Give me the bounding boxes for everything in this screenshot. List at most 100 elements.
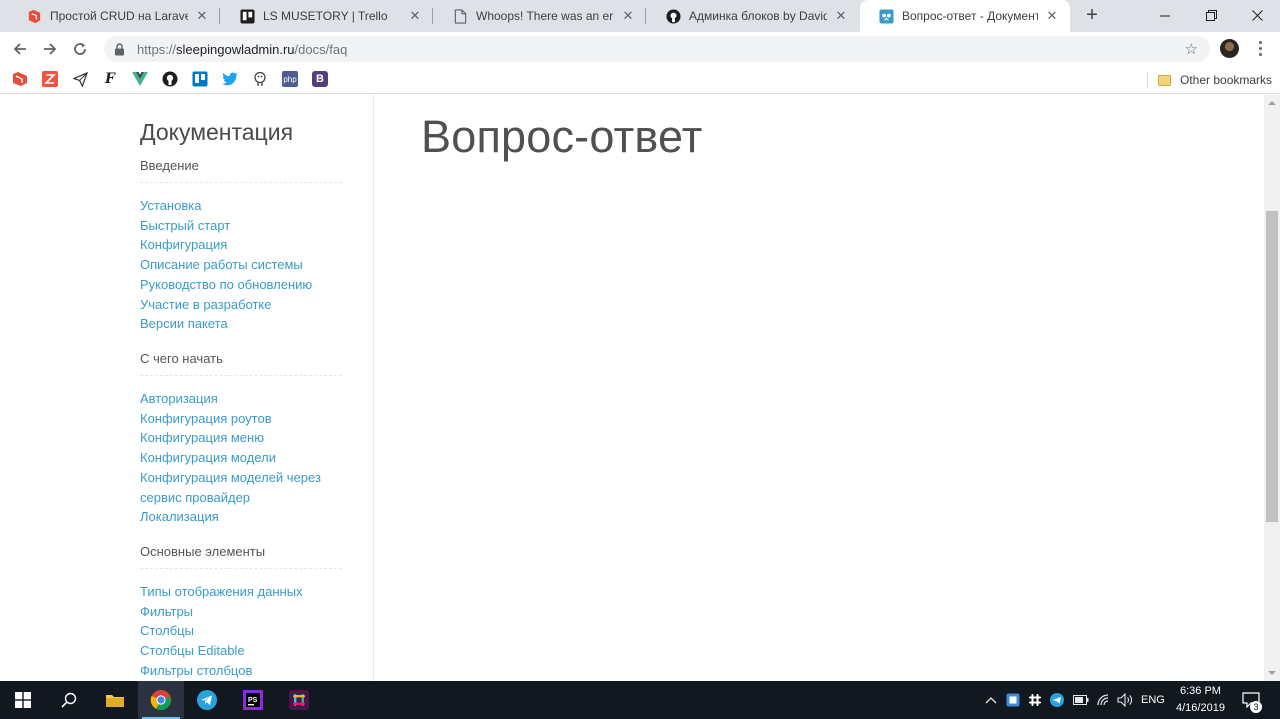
- bookmarks-bar: F php B Other bookmarks: [0, 66, 1280, 94]
- notification-count-badge: 3: [1250, 701, 1262, 713]
- minimize-button[interactable]: [1142, 0, 1188, 30]
- language-indicator[interactable]: ENG: [1141, 694, 1165, 706]
- new-tab-button[interactable]: +: [1081, 4, 1103, 28]
- file-explorer-icon[interactable]: [92, 681, 138, 719]
- bootstrap-icon[interactable]: B: [312, 71, 328, 87]
- page-icon: [452, 8, 468, 24]
- vue-icon[interactable]: [132, 71, 148, 87]
- github-icon[interactable]: [162, 71, 178, 87]
- sidebar-section-title: Введение: [140, 158, 342, 183]
- restore-button[interactable]: [1188, 0, 1234, 30]
- laravel-icon[interactable]: [12, 71, 28, 87]
- tab-title: Whoops! There was an error.: [476, 9, 614, 23]
- sidebar-section-title: С чего начать: [140, 351, 342, 376]
- start-button[interactable]: [0, 681, 46, 719]
- tab-whoops-error[interactable]: Whoops! There was an error. ✕: [434, 0, 646, 32]
- sidebar-link-routes-config[interactable]: Конфигурация роутов: [140, 409, 342, 429]
- sidebar-link-localization[interactable]: Локализация: [140, 507, 342, 527]
- twitter-icon[interactable]: [222, 71, 238, 87]
- tab-trello[interactable]: LS MUSETORY | Trello ✕: [221, 0, 433, 32]
- trello-icon: [239, 8, 255, 24]
- browser-toolbar: https://sleepingowladmin.ru/docs/faq ☆: [0, 32, 1280, 66]
- f-logo-icon[interactable]: F: [102, 71, 118, 87]
- tab-title: Вопрос-ответ - Документация: [902, 9, 1038, 23]
- close-icon[interactable]: ✕: [194, 8, 210, 24]
- volume-icon[interactable]: [1117, 692, 1133, 708]
- chrome-icon[interactable]: [138, 681, 184, 719]
- telegram-icon[interactable]: [184, 681, 230, 719]
- scroll-down-arrow-icon[interactable]: [1268, 671, 1276, 675]
- github-icon: [665, 8, 681, 24]
- profile-avatar[interactable]: [1220, 39, 1239, 58]
- battery-icon[interactable]: [1073, 692, 1089, 708]
- clock-time[interactable]: 6:36 PM: [1180, 685, 1221, 697]
- bookmarks-separator: [1147, 72, 1148, 88]
- scroll-thumb[interactable]: [1266, 211, 1278, 522]
- sidebar-link-models-via-provider-cont[interactable]: сервис провайдер: [140, 488, 342, 508]
- windows-logo-icon: [15, 692, 31, 708]
- tab-github-admin-blocks[interactable]: Админка блоков by Davidnad ✕: [647, 0, 859, 32]
- scroll-up-arrow-icon[interactable]: [1268, 101, 1276, 105]
- close-icon[interactable]: ✕: [833, 8, 849, 24]
- sidebar-link-column-filters[interactable]: Фильтры столбцов: [140, 661, 342, 681]
- close-icon[interactable]: ✕: [407, 8, 423, 24]
- arrow-right-icon: [44, 43, 57, 55]
- url-scheme: https://: [137, 41, 177, 57]
- sidebar-link-display-types[interactable]: Типы отображения данных: [140, 582, 342, 602]
- slack-icon[interactable]: [276, 681, 322, 719]
- trello-icon[interactable]: [192, 71, 208, 87]
- phpstorm-icon[interactable]: PS: [230, 681, 276, 719]
- other-bookmarks-label: Other bookmarks: [1180, 73, 1273, 87]
- sleepingowl-icon: [878, 8, 894, 24]
- url-path: /docs/faq: [294, 41, 348, 57]
- sidebar-link-quick-start[interactable]: Быстрый старт: [140, 216, 342, 236]
- close-icon[interactable]: ✕: [620, 8, 636, 24]
- sidebar-link-menu-config[interactable]: Конфигурация меню: [140, 428, 342, 448]
- sidebar-link-upgrade-guide[interactable]: Руководство по обновлению: [140, 275, 342, 295]
- tab-laravel-crud[interactable]: Простой CRUD на Laravel + Sl ✕: [8, 0, 220, 32]
- tab-separator: [219, 8, 220, 24]
- sidebar-link-contributing[interactable]: Участие в разработке: [140, 295, 342, 315]
- chevron-up-icon[interactable]: [983, 692, 999, 708]
- sidebar-link-models-via-provider[interactable]: Конфигурация моделей через: [140, 468, 342, 488]
- sidebar-link-columns[interactable]: Столбцы: [140, 621, 342, 641]
- windows-taskbar: PS ENG 6:36 PM 4/16/2019 3: [0, 681, 1280, 719]
- paper-plane-icon[interactable]: [72, 71, 88, 87]
- tab-faq-docs[interactable]: Вопрос-ответ - Документация ✕: [860, 0, 1070, 32]
- back-button[interactable]: [7, 36, 33, 62]
- close-window-button[interactable]: [1234, 0, 1280, 30]
- search-icon: [61, 692, 77, 708]
- lock-icon: [114, 42, 128, 56]
- laravel-alt-icon[interactable]: [42, 71, 58, 87]
- tab-separator: [432, 8, 433, 24]
- address-bar[interactable]: https://sleepingowladmin.ru/docs/faq ☆: [104, 36, 1210, 62]
- url-host: sleepingowladmin.ru: [176, 41, 295, 57]
- slack-tray-icon[interactable]: [1027, 692, 1043, 708]
- reload-button[interactable]: [67, 36, 93, 62]
- bookmark-star-icon[interactable]: ☆: [1185, 40, 1198, 58]
- sidebar-section-title: Основные элементы: [140, 544, 342, 569]
- page-title: Вопрос-ответ: [421, 111, 703, 162]
- sidebar-link-configuration[interactable]: Конфигурация: [140, 235, 342, 255]
- search-button[interactable]: [46, 681, 92, 719]
- other-bookmarks-folder[interactable]: Other bookmarks: [1158, 71, 1272, 89]
- sidebar-link-authorization[interactable]: Авторизация: [140, 389, 342, 409]
- page-scrollbar[interactable]: [1264, 95, 1280, 681]
- wifi-icon[interactable]: [1096, 692, 1112, 708]
- sidebar-link-installation[interactable]: Установка: [140, 196, 342, 216]
- sidebar-link-package-versions[interactable]: Версии пакета: [140, 314, 342, 334]
- sidebar-link-editable-columns[interactable]: Столбцы Editable: [140, 641, 342, 661]
- tab-title: Простой CRUD на Laravel + Sl: [50, 9, 188, 23]
- browser-menu-button[interactable]: [1252, 38, 1268, 58]
- app-tray-icon[interactable]: [1005, 692, 1021, 708]
- clock-date[interactable]: 4/16/2019: [1176, 702, 1225, 714]
- telegram-tray-icon[interactable]: [1049, 692, 1065, 708]
- sidebar-section-getting-started: С чего начать Авторизация Конфигурация р…: [140, 351, 342, 527]
- sidebar-link-filters[interactable]: Фильтры: [140, 602, 342, 622]
- php-icon[interactable]: php: [282, 71, 298, 87]
- forward-button[interactable]: [37, 36, 63, 62]
- elephant-icon[interactable]: [252, 71, 268, 87]
- sidebar-link-model-config[interactable]: Конфигурация модели: [140, 448, 342, 468]
- close-icon[interactable]: ✕: [1044, 8, 1060, 24]
- sidebar-link-system-overview[interactable]: Описание работы системы: [140, 255, 342, 275]
